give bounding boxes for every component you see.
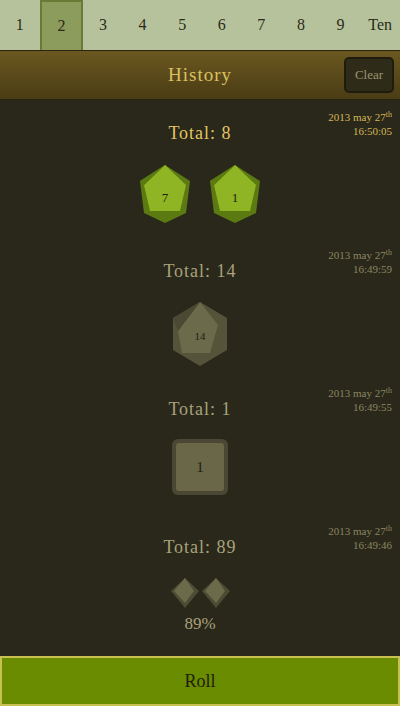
timestamp: 2013 may 27th16:49:59 (237, 248, 392, 276)
history-entry: Total: 82013 may 27th16:50:05 71 (0, 100, 400, 238)
clear-button[interactable]: Clear (344, 57, 394, 93)
percent-die-icon (201, 577, 231, 609)
total-label: Total: 14 (163, 248, 236, 285)
tab[interactable]: 6 (202, 0, 242, 50)
app: 123456789TenHistoryClearTotal: 82013 may… (0, 0, 400, 706)
tab[interactable]: 2 (40, 0, 84, 50)
history-list: Total: 82013 may 27th16:50:0571Total: 14… (0, 100, 400, 656)
tab-bar: 123456789Ten (0, 0, 400, 50)
die: 1 (206, 163, 264, 225)
tab[interactable]: 3 (83, 0, 123, 50)
percent-result: 89% (184, 611, 215, 637)
tab[interactable]: 4 (123, 0, 163, 50)
timestamp: 2013 may 27th16:49:55 (232, 386, 392, 414)
history-entry: Total: 892013 may 27th16:49:46 89% (0, 514, 400, 652)
percent-die-icon (170, 577, 200, 609)
dice-row: 14 (170, 301, 230, 367)
history-header: HistoryClear (0, 50, 400, 100)
dice-row: 89% (170, 577, 231, 637)
timestamp: 2013 may 27th16:50:05 (232, 110, 392, 138)
tab[interactable]: 1 (0, 0, 40, 50)
roll-button[interactable]: Roll (0, 656, 400, 706)
history-entry: Total: 142013 may 27th16:49:5914 (0, 238, 400, 376)
tab[interactable]: 8 (281, 0, 321, 50)
total-label: Total: 89 (163, 524, 236, 561)
die: 7 (136, 163, 194, 225)
history-entry: Total: 12013 may 27th16:49:551 (0, 376, 400, 514)
tab[interactable]: Ten (360, 0, 400, 50)
tab[interactable]: 5 (162, 0, 202, 50)
tab[interactable]: 9 (321, 0, 361, 50)
total-label: Total: 1 (168, 386, 231, 423)
die: 14 (170, 301, 230, 367)
die: 1 (172, 439, 228, 495)
dice-row: 71 (136, 163, 264, 225)
total-label: Total: 8 (168, 110, 231, 147)
tab[interactable]: 7 (242, 0, 282, 50)
dice-row: 1 (172, 439, 228, 495)
history-title: History (56, 61, 344, 90)
timestamp: 2013 may 27th16:49:46 (237, 524, 392, 552)
